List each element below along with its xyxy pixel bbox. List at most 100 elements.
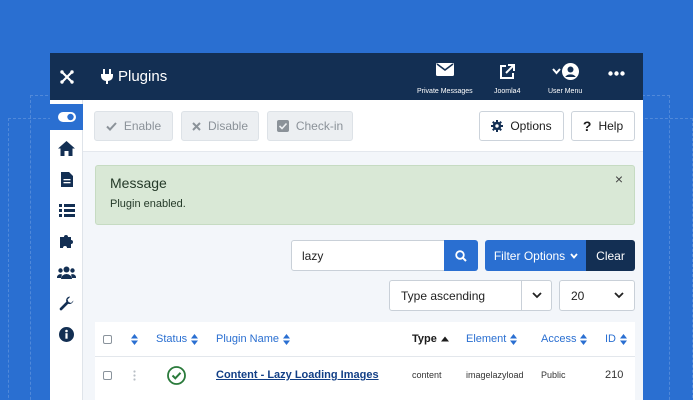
sort-icon — [580, 333, 588, 345]
sidebar-item-help[interactable] — [50, 321, 83, 347]
help-label: Help — [598, 119, 624, 133]
sidebar — [50, 100, 83, 400]
user-menu-label: User Menu — [548, 88, 583, 95]
drag-handle[interactable] — [133, 357, 136, 393]
sort-icon — [620, 333, 627, 345]
list-limit-value: 20 — [571, 288, 585, 303]
filter-options-label: Filter Options — [493, 248, 566, 263]
sidebar-item-users[interactable] — [50, 259, 83, 285]
plugin-name-column-header[interactable]: Plugin Name — [216, 322, 290, 356]
close-icon[interactable]: × — [615, 171, 623, 187]
id-column-header[interactable]: ID — [605, 322, 627, 356]
sidebar-item-content[interactable] — [50, 166, 83, 192]
ordering-column-header[interactable] — [131, 322, 138, 356]
external-link-icon — [499, 64, 515, 79]
plugin-name-link[interactable]: Content - Lazy Loading Images — [216, 369, 379, 381]
times-icon — [192, 121, 201, 131]
list-limit-select[interactable]: 20 — [559, 280, 635, 311]
status-column-header[interactable]: Status — [156, 322, 199, 356]
joomla-logo[interactable] — [50, 53, 83, 100]
type-header-label: Type — [412, 333, 437, 345]
question-icon: ? — [582, 118, 592, 134]
admin-window: Plugins Private Messages Joomla4 User Me… — [50, 53, 643, 400]
file-icon — [60, 171, 73, 187]
element-cell: imagelazyload — [466, 370, 524, 380]
type-cell: content — [412, 370, 442, 380]
top-navbar: Plugins Private Messages Joomla4 User Me… — [50, 53, 643, 100]
ordering-value: Type ascending — [401, 288, 486, 303]
page-title-text: Plugins — [118, 67, 168, 85]
options-button[interactable]: Options — [479, 111, 564, 141]
message-text: Plugin enabled. — [110, 198, 186, 210]
sidebar-item-toggle-menu[interactable] — [50, 104, 83, 130]
puzzle-icon — [59, 235, 73, 248]
row-checkbox-cell[interactable] — [103, 357, 112, 393]
user-circle-icon — [561, 63, 579, 80]
sort-icon — [191, 333, 199, 345]
joomla4-label: Joomla4 — [494, 88, 521, 95]
plugin-name-header-label: Plugin Name — [216, 333, 279, 345]
check-in-label: Check-in — [295, 119, 344, 133]
status-toggle[interactable] — [167, 357, 186, 393]
home-icon — [58, 140, 75, 156]
enable-button[interactable]: Enable — [94, 111, 173, 141]
type-column-header[interactable]: Type — [412, 322, 449, 356]
row-checkbox[interactable] — [103, 370, 112, 380]
list-limit-caret — [604, 281, 634, 310]
id-cell: 210 — [605, 369, 624, 381]
wrench-icon — [59, 296, 74, 310]
sort-asc-icon — [440, 336, 449, 342]
joomla4-site-button[interactable]: Joomla4 — [494, 63, 520, 95]
gear-icon — [491, 120, 504, 132]
element-header-label: Element — [466, 333, 507, 345]
access-column-header[interactable]: Access — [541, 322, 588, 356]
ellipsis-icon — [608, 71, 625, 76]
checkbox[interactable] — [103, 334, 112, 344]
clear-button[interactable]: Clear — [586, 240, 635, 271]
message-title: Message — [110, 175, 167, 191]
joomla-icon — [59, 69, 74, 84]
ordering-select[interactable]: Type ascending — [389, 280, 552, 311]
check-icon — [106, 121, 117, 131]
drag-handle-icon — [133, 369, 136, 381]
check-square-icon — [276, 120, 289, 132]
sidebar-item-home[interactable] — [50, 135, 83, 161]
private-messages-label: Private Messages — [417, 88, 473, 95]
filter-options-button[interactable]: Filter Options — [485, 240, 587, 271]
page-title: Plugins — [100, 65, 167, 87]
sort-icon — [282, 333, 290, 345]
plug-icon — [101, 69, 113, 84]
disable-label: Disable — [207, 119, 249, 133]
private-messages-button[interactable]: Private Messages — [417, 63, 473, 95]
element-column-header[interactable]: Element — [466, 322, 518, 356]
sidebar-item-components[interactable] — [50, 228, 83, 254]
help-button[interactable]: ? Help — [571, 111, 635, 141]
sidebar-item-menus[interactable] — [50, 197, 83, 223]
search-icon — [455, 249, 467, 262]
chevron-down-icon — [551, 68, 561, 75]
plugins-table: Status Plugin Name Type Element Access I… — [95, 322, 635, 400]
id-header-label: ID — [605, 333, 616, 345]
select-all-checkbox[interactable] — [103, 322, 112, 356]
access-header-label: Access — [541, 333, 577, 345]
enable-label: Enable — [123, 119, 162, 133]
chevron-down-icon — [531, 292, 542, 299]
toolbar: Enable Disable Check-in Options ? Help — [83, 100, 643, 152]
toggle-icon — [57, 112, 76, 122]
check-circle-icon — [167, 365, 186, 385]
access-cell: Public — [541, 370, 566, 380]
info-icon — [59, 326, 74, 342]
search-button[interactable] — [444, 240, 478, 271]
chevron-down-icon — [614, 292, 624, 299]
sidebar-item-system[interactable] — [50, 290, 83, 316]
disable-button[interactable]: Disable — [181, 111, 259, 141]
caret-down-icon — [570, 252, 578, 259]
user-menu-button[interactable]: User Menu — [548, 63, 582, 95]
plugin-name-cell[interactable]: Content - Lazy Loading Images — [216, 357, 379, 393]
ordering-caret — [521, 281, 551, 310]
search-input[interactable] — [291, 240, 445, 271]
envelope-icon — [435, 63, 454, 76]
more-button[interactable] — [608, 71, 625, 83]
check-in-button[interactable]: Check-in — [267, 111, 353, 141]
status-header-label: Status — [156, 333, 188, 345]
